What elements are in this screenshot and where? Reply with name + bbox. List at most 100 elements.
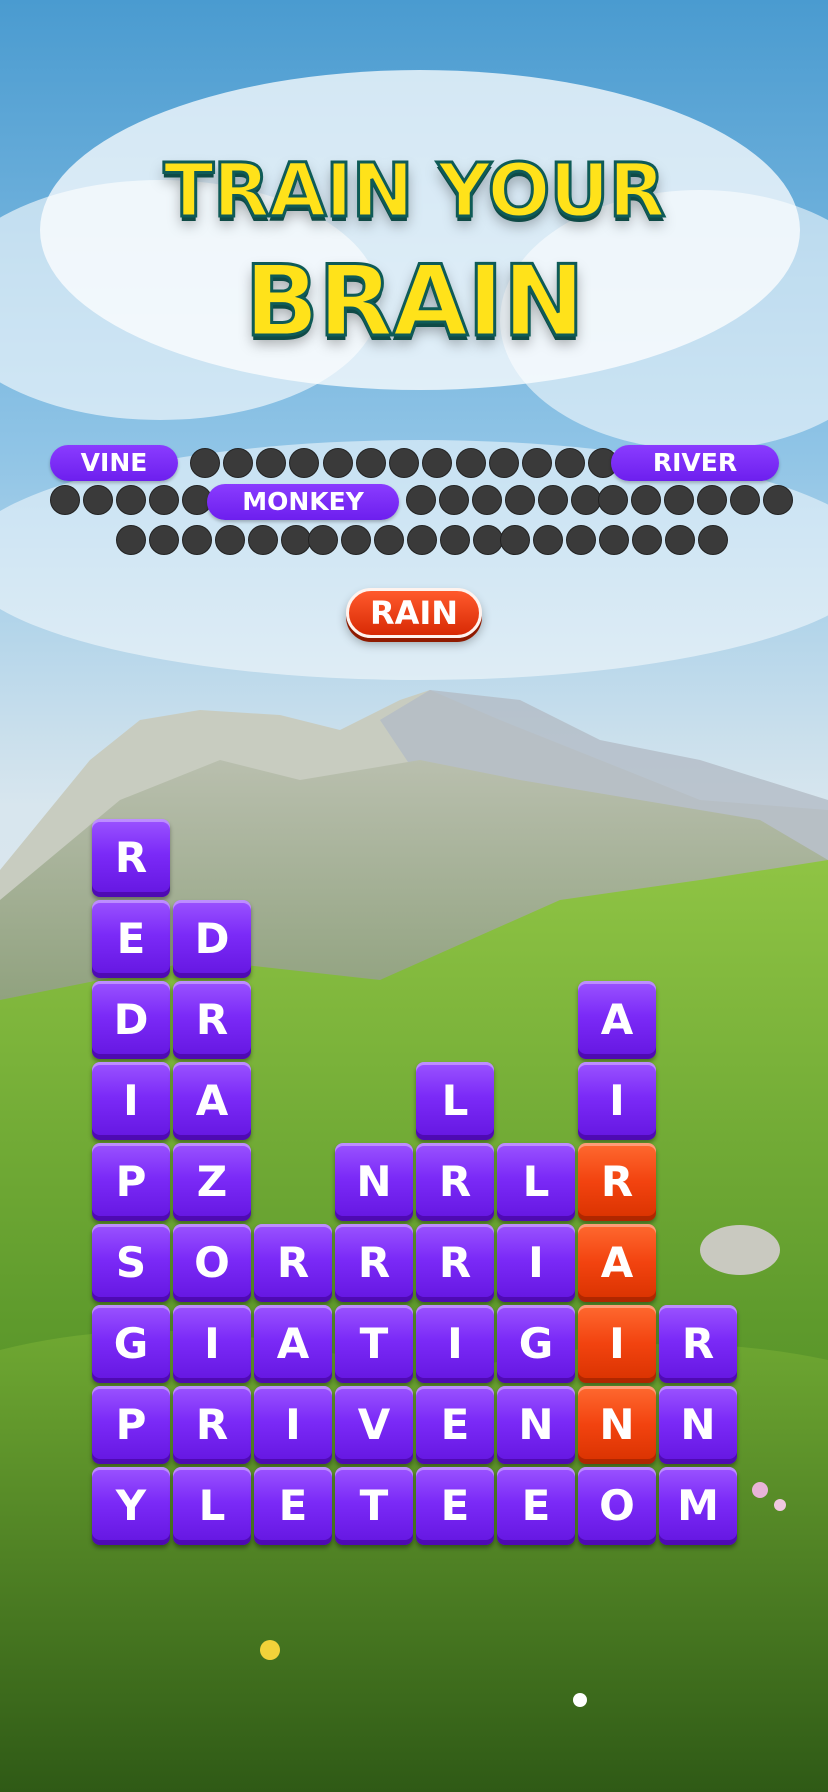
letter-dot [116,525,146,555]
found-word-pill: RIVER [611,445,779,481]
headline-line-1: TRAIN YOUR [162,147,667,236]
hidden-word-slot [308,525,503,555]
letter-dot [223,448,253,478]
letter-dot [665,525,695,555]
current-word-badge: RAIN [346,588,482,638]
letter-tile[interactable]: S [92,1224,170,1302]
found-word-pill: VINE [50,445,178,481]
letter-tile[interactable]: Y [92,1467,170,1545]
letter-tile[interactable]: D [92,981,170,1059]
letter-tile[interactable]: R [92,819,170,897]
letter-tile[interactable]: G [497,1305,575,1383]
letter-tile[interactable]: L [173,1467,251,1545]
letter-dot [439,485,469,515]
hidden-word-slot [190,448,319,478]
letter-dot [281,525,311,555]
letter-tile[interactable]: I [173,1305,251,1383]
letter-tile[interactable]: M [659,1467,737,1545]
letter-dot [374,525,404,555]
letter-tile[interactable]: O [173,1224,251,1302]
letter-dot [632,525,662,555]
letter-dot [289,448,319,478]
letter-dot [406,485,436,515]
letter-tile-selected[interactable]: R [578,1143,656,1221]
letter-dot [341,525,371,555]
letter-tile[interactable]: T [335,1305,413,1383]
letter-tile[interactable]: L [416,1062,494,1140]
letter-tile[interactable]: T [335,1467,413,1545]
hidden-word-slot [50,485,212,515]
letter-tile[interactable]: N [497,1386,575,1464]
letter-dot [730,485,760,515]
hidden-word-slot [323,448,452,478]
letter-dot [533,525,563,555]
letter-tile[interactable]: N [335,1143,413,1221]
hidden-word-slot [598,485,793,515]
hidden-word-slot [456,448,618,478]
letter-dot [50,485,80,515]
letter-tile[interactable]: Z [173,1143,251,1221]
letter-tile[interactable]: V [335,1386,413,1464]
letter-dot [116,485,146,515]
letter-dot [422,448,452,478]
letter-tile[interactable]: D [173,900,251,978]
letter-dot [248,525,278,555]
letter-dot [472,485,502,515]
letter-dot [190,448,220,478]
letter-tile[interactable]: R [416,1224,494,1302]
letter-tile[interactable]: R [173,1386,251,1464]
letter-tile-selected[interactable]: N [578,1386,656,1464]
letter-dot [571,485,601,515]
letter-dot [456,448,486,478]
letter-tile[interactable]: I [254,1386,332,1464]
letter-dot [522,448,552,478]
found-word-pill: MONKEY [207,484,399,520]
letter-dot [598,485,628,515]
letter-dot [500,525,530,555]
letter-dot [473,525,503,555]
letter-dot [215,525,245,555]
letter-dot [323,448,353,478]
letter-dot [631,485,661,515]
letter-tile[interactable]: G [92,1305,170,1383]
letter-tile[interactable]: O [578,1467,656,1545]
hidden-word-slot [116,525,311,555]
letter-tile-selected[interactable]: I [578,1305,656,1383]
letter-tile-selected[interactable]: A [578,1224,656,1302]
letter-tile[interactable]: I [416,1305,494,1383]
letter-tile[interactable]: E [416,1386,494,1464]
letter-tile[interactable]: R [416,1143,494,1221]
letter-tile[interactable]: I [92,1062,170,1140]
letter-dot [389,448,419,478]
letter-tile[interactable]: P [92,1386,170,1464]
letter-dot [538,485,568,515]
letter-dot [149,525,179,555]
letter-tile[interactable]: R [335,1224,413,1302]
letter-tile[interactable]: I [578,1062,656,1140]
letter-tile[interactable]: R [173,981,251,1059]
letter-tile[interactable]: I [497,1224,575,1302]
letter-dot [182,525,212,555]
letter-dot [555,448,585,478]
letter-tile[interactable]: P [92,1143,170,1221]
letter-tile[interactable]: E [254,1467,332,1545]
headline-line-2: BRAIN [243,244,586,361]
letter-tile[interactable]: A [578,981,656,1059]
letter-dot [599,525,629,555]
letter-tile[interactable]: N [659,1386,737,1464]
letter-tile[interactable]: E [92,900,170,978]
letter-tile[interactable]: E [497,1467,575,1545]
letter-tile[interactable]: E [416,1467,494,1545]
letter-dot [697,485,727,515]
letter-dot [308,525,338,555]
letter-tile[interactable]: A [254,1305,332,1383]
hidden-word-slot [406,485,601,515]
letter-dot [505,485,535,515]
letter-tile[interactable]: A [173,1062,251,1140]
letter-dot [763,485,793,515]
letter-dot [664,485,694,515]
letter-tile[interactable]: R [254,1224,332,1302]
letter-tile[interactable]: L [497,1143,575,1221]
letter-dot [149,485,179,515]
letter-tile[interactable]: R [659,1305,737,1383]
